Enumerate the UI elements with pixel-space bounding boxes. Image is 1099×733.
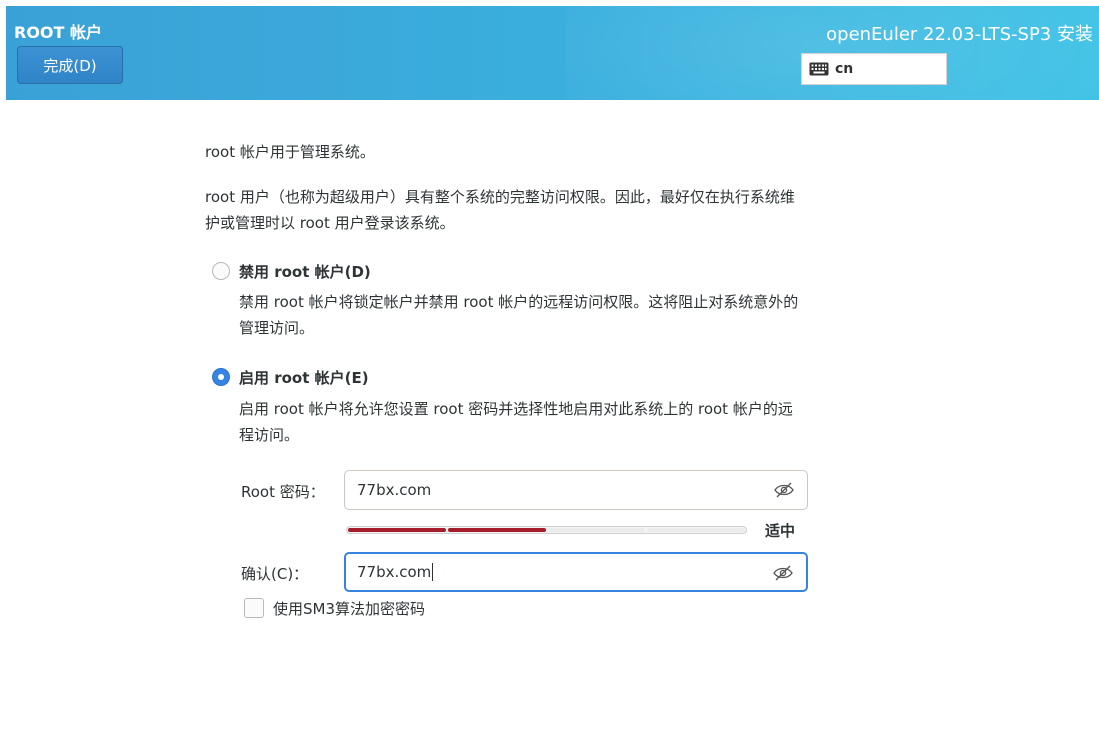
enable-root-desc-line-1: 启用 root 帐户将允许您设置 root 密码并选择性地启用对此系统上的 ro… <box>239 400 793 418</box>
enable-root-label[interactable]: 启用 root 帐户(E) <box>239 367 369 388</box>
text-cursor <box>432 563 434 582</box>
keyboard-icon <box>809 62 829 76</box>
show-password-icon[interactable] <box>773 481 795 499</box>
description-line-2: 护或管理时以 root 用户登录该系统。 <box>205 214 455 232</box>
strength-segment <box>447 528 546 532</box>
password-strength-meter <box>346 526 747 534</box>
product-title: openEuler 22.03-LTS-SP3 安装 <box>826 24 1093 45</box>
strength-segment <box>348 528 446 532</box>
sm3-encryption-label[interactable]: 使用SM3算法加密密码 <box>273 598 425 619</box>
password-strength-label: 适中 <box>765 522 796 540</box>
disable-root-label[interactable]: 禁用 root 帐户(D) <box>239 261 371 282</box>
confirm-password-label: 确认(C)： <box>241 565 309 583</box>
root-password-label: Root 密码： <box>241 483 325 501</box>
done-button[interactable]: 完成(D) <box>17 46 123 84</box>
strength-segment <box>547 528 646 532</box>
confirm-password-input[interactable]: 77bx.com <box>344 552 808 592</box>
keyboard-layout-label: cn <box>835 61 854 77</box>
header-bar: ROOT 帐户 完成(D) openEuler 22.03-LTS-SP3 安装… <box>6 6 1099 100</box>
disable-root-desc-line-1: 禁用 root 帐户将锁定帐户并禁用 root 帐户的远程访问权限。这将阻止对系… <box>239 293 799 311</box>
enable-root-radio[interactable] <box>212 368 230 386</box>
page-title: ROOT 帐户 <box>14 23 103 42</box>
keyboard-layout-indicator[interactable]: cn <box>801 53 947 85</box>
root-password-value: 77bx.com <box>357 481 432 499</box>
root-password-input[interactable]: 77bx.com <box>344 470 808 510</box>
strength-segment <box>647 528 745 532</box>
sm3-encryption-checkbox[interactable] <box>244 598 264 618</box>
description-line-1: root 用户（也称为超级用户）具有整个系统的完整访问权限。因此，最好仅在执行系… <box>205 188 795 206</box>
confirm-password-value: 77bx.com <box>357 562 432 581</box>
disable-root-desc-line-2: 管理访问。 <box>239 319 315 337</box>
intro-text: root 帐户用于管理系统。 <box>205 143 375 161</box>
root-account-window: ROOT 帐户 完成(D) openEuler 22.03-LTS-SP3 安装… <box>0 0 1099 733</box>
enable-root-desc-line-2: 程访问。 <box>239 426 300 444</box>
disable-root-radio[interactable] <box>212 262 230 280</box>
show-confirm-password-icon[interactable] <box>772 564 794 582</box>
